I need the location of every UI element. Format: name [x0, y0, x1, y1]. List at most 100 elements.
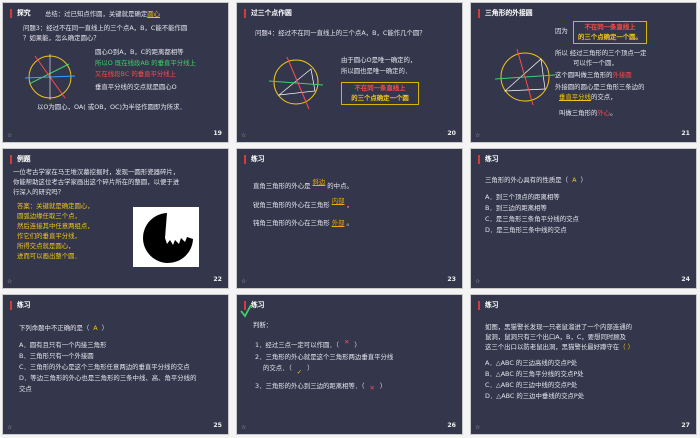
slide-header: 三角形的外接圆	[478, 9, 533, 18]
option-d: D．△ABC 的三边中垂线的交点P处	[485, 392, 585, 400]
slide-number: 22	[213, 276, 222, 284]
right-triangle-fact: 直角三角形的外心是 斜边 的中点。	[253, 178, 353, 190]
slide-20[interactable]: 过三个点作圆 问题4：经过不在同一直线上的三个点A，B，C能作几个圆？ 由于圆心…	[236, 2, 463, 143]
star-icon: ☆	[7, 131, 13, 139]
answer-line-2: 所以圆也是唯一确定的．	[341, 67, 412, 75]
accent-bar	[10, 155, 12, 164]
slide-title: 过三个点作圆	[251, 9, 292, 18]
step-4: 垂直平分线的交点就是圆心O	[95, 83, 177, 91]
answer-line-5: 所得交点就是圆心，	[17, 242, 75, 250]
slide-title: 练习	[251, 301, 265, 310]
slide-title: 例题	[17, 155, 31, 164]
problem-line-1: 如图，黑猫警长发现一只老鼠溜进了一个内部连通的	[485, 323, 632, 331]
definition-circumcenter: 叫做三角形的外心。	[559, 109, 617, 117]
so-line: 所以 经过三角形的三个顶点一定	[555, 49, 647, 57]
statement-1: 1．经过三点一定可以作圆．（ ✕）	[255, 338, 361, 349]
acute-triangle-fact: 锐角三角形的外心在三角形 内部，	[253, 197, 353, 209]
question: 三角形的外心具有的性质是（ A）	[485, 176, 587, 184]
slide-27[interactable]: 练习 如图，黑猫警长发现一只老鼠溜进了一个内部连通的 鼠洞，鼠洞只有三个出口A，…	[470, 294, 697, 435]
slide-25[interactable]: 练习 下列命题中不正确的是（ A） A．圆有且只有一个内接三角形 B．三角形只有一…	[2, 294, 229, 435]
star-icon: ☆	[475, 131, 481, 139]
answer-line-4: 作它们的垂直平分线，	[17, 232, 81, 240]
answer-line-1: 由于圆心O是唯一确定的，	[341, 56, 417, 64]
option-b: B．三角形只有一个外接圆	[19, 352, 94, 360]
question-3-line2: ？如果能，怎么确定圆心？	[23, 34, 100, 42]
accent-bar	[478, 301, 480, 310]
statement-3: 3．三角形的外心到三边的距离相等．（ ✕）	[255, 382, 387, 392]
so-line-2: 可以作一个圆，	[573, 59, 618, 67]
summary-text: 总结：过已知点作圆，关键就是确定圆心	[45, 10, 161, 18]
conclusion: 以O为圆心，OA( 或OB，OC)为半径作圆即为所求．	[37, 103, 186, 111]
accent-bar	[10, 9, 12, 18]
slide-title: 三角形的外接圆	[485, 9, 533, 18]
obtuse-triangle-fact: 钝角三角形的外心在三角形 外部。	[253, 219, 353, 227]
slide-number: 24	[681, 276, 690, 284]
option-b: B．到三边的距离相等	[485, 204, 547, 212]
accent-bar	[10, 301, 12, 310]
option-a: A．到三个顶点的距离相等	[485, 193, 560, 201]
slide-title: 练习	[17, 301, 31, 310]
star-icon: ☆	[241, 277, 247, 285]
accent-bar	[244, 9, 246, 18]
slide-number: 25	[213, 422, 222, 430]
slide-24[interactable]: 练习 三角形的外心具有的性质是（ A） A．到三个顶点的距离相等 B．到三边的距离…	[470, 148, 697, 289]
definition-center: 外接圆的圆心是三角形三条边的	[555, 83, 645, 91]
option-c: C．三角形的外心是这个三角形任意两边的垂直平分线的交点	[19, 363, 190, 371]
slide-header: 例题	[10, 155, 31, 164]
circle-diagram	[268, 56, 324, 110]
problem-line-2: 鼠洞，鼠洞只有三个出口A，B，C，要想同时顾及	[485, 333, 627, 341]
step-3: 又在线段BC 的垂直平分线上	[95, 70, 177, 78]
slide-title: 练习	[485, 155, 499, 164]
accent-bar	[478, 9, 480, 18]
option-c: C．△ABC 的三边中线的交点P处	[485, 381, 578, 389]
slide-number: 21	[681, 130, 690, 138]
slide-number: 19	[213, 130, 222, 138]
definition-circumcircle: 这个圆叫做三角形的外接圆	[555, 71, 632, 79]
slide-title: 练习	[485, 301, 499, 310]
option-a: A．△ABC 的三边高线的交点P处	[485, 359, 578, 367]
perpendicular-bisector: 垂直平分线的交点，	[559, 93, 617, 101]
theorem-box: 不在同一条直线上 的三个点确定一个圆。	[573, 21, 647, 45]
judge-heading: 判断：	[253, 321, 273, 329]
accent-bar	[244, 155, 246, 164]
slide-title: 探究	[17, 9, 31, 18]
slide-22[interactable]: 例题 一位考古学家在马王堆汉墓挖掘时，发现一圆形瓷器碎片， 你能帮助这位考古学家…	[2, 148, 229, 289]
option-d-cont: 交点	[19, 385, 32, 393]
slide-number: 20	[447, 130, 456, 138]
slide-19[interactable]: 探究 总结：过已知点作圆，关键就是确定圆心 问题3：经过不在同一直线上的三个点A…	[2, 2, 229, 143]
step-2: 所以O 既在线段AB 的垂直平分线上	[95, 59, 196, 67]
statement-2-cont: 的交点．（ ✓）	[263, 364, 314, 376]
option-c: C．是三角形三条角平分线的交点	[485, 215, 579, 223]
problem-line-1: 一位考古学家在马王堆汉墓挖掘时，发现一圆形瓷器碎片，	[13, 168, 180, 176]
slide-title: 练习	[251, 155, 265, 164]
star-icon: ☆	[475, 277, 481, 285]
slide-21[interactable]: 三角形的外接圆 因为 不在同一条直线上 的三个点确定一个圆。 所以 经过三角形的三…	[470, 2, 697, 143]
problem-line-3: 行深入的研究吗？	[13, 188, 65, 196]
star-icon: ☆	[475, 423, 481, 431]
slide-number: 27	[681, 422, 690, 430]
answer-line-2: 圆弧边缘任取三个点，	[17, 212, 81, 220]
option-a: A．圆有且只有一个内接三角形	[19, 341, 107, 349]
answer-line-6: 进而可以画出整个圆．	[17, 252, 81, 260]
slide-26[interactable]: 练习 判断： 1．经过三点一定可以作圆．（ ✕） 2．三角形的外心就是这个三角形两…	[236, 294, 463, 435]
slide-header: 练习	[10, 301, 31, 310]
slide-header: 练习	[478, 155, 499, 164]
slide-header: 练习	[478, 301, 499, 310]
star-icon: ☆	[241, 131, 247, 139]
answer-line-1: 答案：关键就是确定圆心，	[17, 202, 94, 210]
step-1: 圆心O到A，B，C的距离都相等	[95, 48, 184, 56]
circle-diagram	[494, 48, 556, 106]
slide-number: 23	[447, 276, 456, 284]
slide-23[interactable]: 练习 直角三角形的外心是 斜边 的中点。 锐角三角形的外心在三角形 内部， 钝角三角形…	[236, 148, 463, 289]
accent-bar	[478, 155, 480, 164]
option-b: B．△ABC 的三角平分线的交点P处	[485, 370, 584, 378]
problem-line-2: 你能帮助这位考古学家画出这个碎片所在的整圆，以便于进	[13, 178, 180, 186]
slide-number: 26	[447, 422, 456, 430]
circle-diagram	[24, 54, 76, 100]
star-icon: ☆	[7, 277, 13, 285]
option-d: D．等边三角形的外心也是三角形的三条中线、高、角平分线的	[19, 374, 197, 382]
star-icon: ☆	[7, 423, 13, 431]
option-d: D．是三角形三条中线的交点	[485, 226, 567, 234]
question-4: 问题4：经过不在同一直线上的三个点A，B，C能作几个圆？	[255, 29, 426, 37]
because-label: 因为	[555, 27, 568, 35]
